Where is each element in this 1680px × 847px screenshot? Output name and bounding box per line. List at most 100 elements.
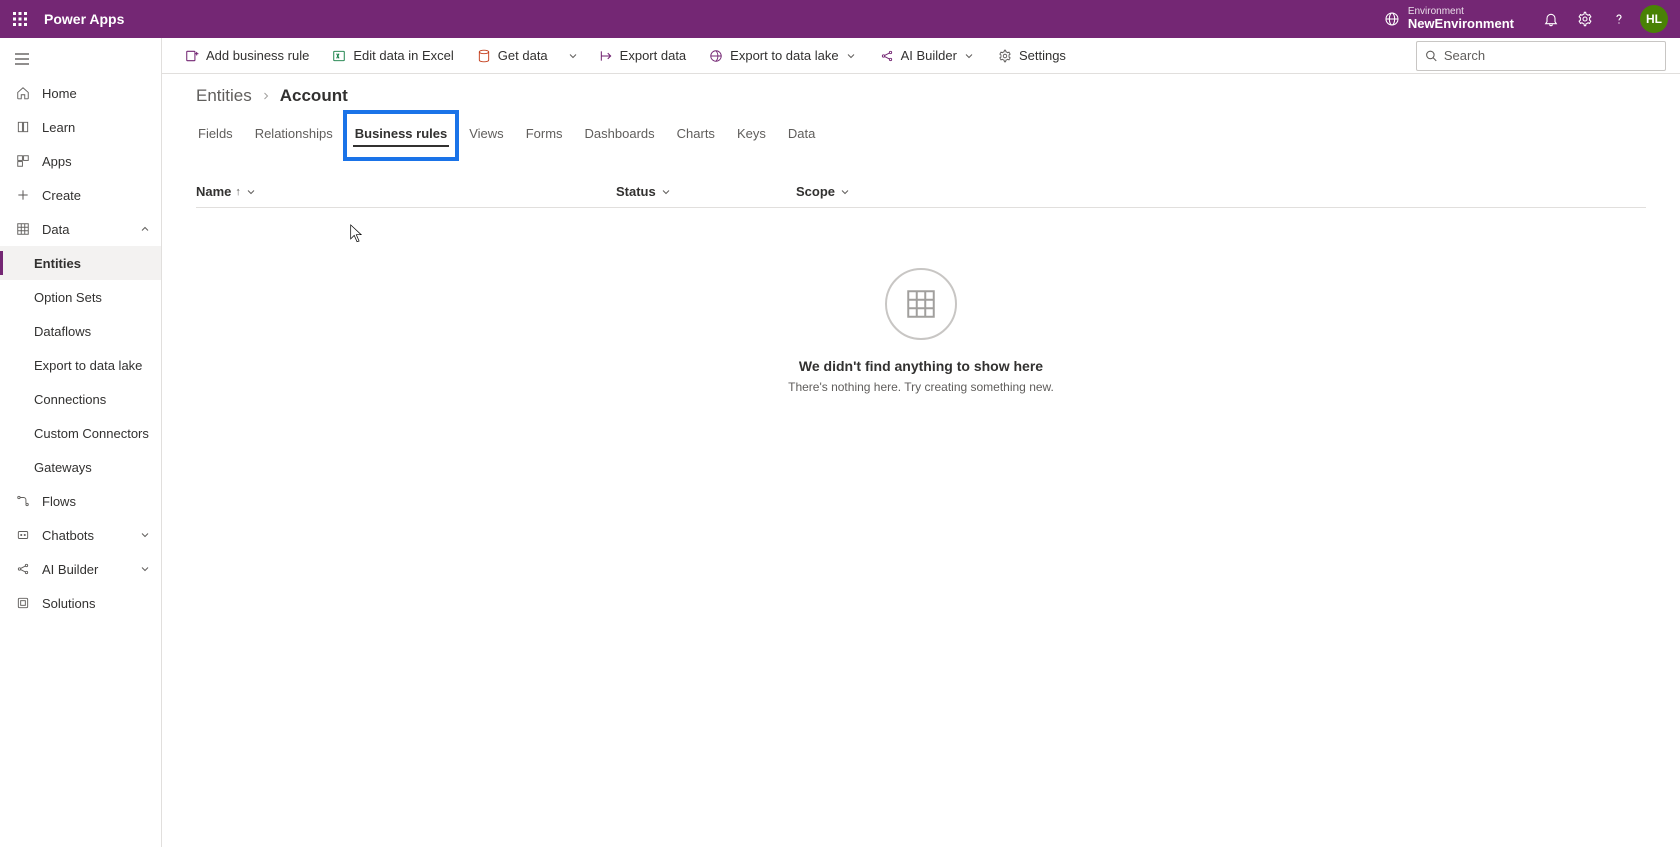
nav-apps[interactable]: Apps xyxy=(0,144,161,178)
hamburger-icon xyxy=(14,51,30,67)
nav-data-export-lake[interactable]: Export to data lake xyxy=(0,348,161,382)
bell-icon xyxy=(1543,11,1559,27)
cmd-label: Add business rule xyxy=(206,48,309,63)
tab-charts[interactable]: Charts xyxy=(675,120,717,151)
cmd-export-to-lake[interactable]: Export to data lake xyxy=(700,41,864,71)
waffle-launcher[interactable] xyxy=(6,5,34,33)
cmd-label: AI Builder xyxy=(901,48,957,63)
cmd-add-business-rule[interactable]: Add business rule xyxy=(176,41,317,71)
tab-data[interactable]: Data xyxy=(786,120,817,151)
nav-solutions[interactable]: Solutions xyxy=(0,586,161,620)
environment-picker[interactable]: Environment NewEnvironment xyxy=(1384,6,1514,31)
gear-icon xyxy=(998,49,1012,63)
nav-data-connections[interactable]: Connections xyxy=(0,382,161,416)
nav-label: Solutions xyxy=(42,596,95,611)
nav-label: Data xyxy=(42,222,69,237)
chevron-up-icon xyxy=(139,223,151,235)
cmd-label: Export to data lake xyxy=(730,48,838,63)
tab-forms[interactable]: Forms xyxy=(524,120,565,151)
nav-sub-label: Custom Connectors xyxy=(34,426,149,441)
tab-business-rules[interactable]: Business rules xyxy=(353,120,450,151)
environment-label: Environment xyxy=(1408,6,1514,17)
ai-icon xyxy=(16,562,30,576)
nav-chatbots[interactable]: Chatbots xyxy=(0,518,161,552)
chevron-down-icon xyxy=(567,50,579,62)
nav-data-gateways[interactable]: Gateways xyxy=(0,450,161,484)
cmd-export-data[interactable]: Export data xyxy=(590,41,695,71)
book-icon xyxy=(16,120,30,134)
nav-collapse-toggle[interactable] xyxy=(0,42,161,76)
nav-data-dataflows[interactable]: Dataflows xyxy=(0,314,161,348)
nav-home[interactable]: Home xyxy=(0,76,161,110)
nav-label: Home xyxy=(42,86,77,101)
cursor-icon xyxy=(350,224,364,244)
cmd-settings[interactable]: Settings xyxy=(989,41,1074,71)
grid-header: Name ↑ Status Scope xyxy=(196,184,1646,208)
nav-sub-label: Dataflows xyxy=(34,324,91,339)
nav-label: Learn xyxy=(42,120,75,135)
environment-name: NewEnvironment xyxy=(1408,17,1514,31)
grid-icon xyxy=(16,222,30,236)
left-nav: Home Learn Apps Create Data Entities Opt… xyxy=(0,38,162,847)
empty-state-icon xyxy=(885,268,957,340)
search-box[interactable] xyxy=(1416,41,1666,71)
plus-icon xyxy=(16,188,30,202)
cmd-label: Export data xyxy=(620,48,687,63)
help-button[interactable] xyxy=(1602,0,1636,38)
tab-keys[interactable]: Keys xyxy=(735,120,768,151)
column-label: Status xyxy=(616,184,656,199)
cmd-edit-in-excel[interactable]: Edit data in Excel xyxy=(323,41,461,71)
nav-ai-builder[interactable]: AI Builder xyxy=(0,552,161,586)
environment-icon xyxy=(1384,11,1400,27)
nav-flows[interactable]: Flows xyxy=(0,484,161,518)
chevron-down-icon xyxy=(839,186,851,198)
nav-data-custom-connectors[interactable]: Custom Connectors xyxy=(0,416,161,450)
tab-fields[interactable]: Fields xyxy=(196,120,235,151)
lake-icon xyxy=(709,49,723,63)
nav-create[interactable]: Create xyxy=(0,178,161,212)
command-bar: Add business rule Edit data in Excel Get… xyxy=(162,38,1680,74)
home-icon xyxy=(16,86,30,100)
ai-icon xyxy=(880,49,894,63)
chevron-down-icon xyxy=(245,186,257,198)
column-label: Name xyxy=(196,184,231,199)
cmd-label: Edit data in Excel xyxy=(353,48,453,63)
column-header-name[interactable]: Name ↑ xyxy=(196,184,616,199)
search-icon xyxy=(1425,49,1438,63)
tab-relationships[interactable]: Relationships xyxy=(253,120,335,151)
settings-button[interactable] xyxy=(1568,0,1602,38)
column-label: Scope xyxy=(796,184,835,199)
cmd-label: Settings xyxy=(1019,48,1066,63)
tab-views[interactable]: Views xyxy=(467,120,505,151)
notifications-button[interactable] xyxy=(1534,0,1568,38)
chevron-right-icon xyxy=(260,90,272,102)
column-header-scope[interactable]: Scope xyxy=(796,184,976,199)
user-avatar[interactable]: HL xyxy=(1640,5,1668,33)
nav-sub-label: Gateways xyxy=(34,460,92,475)
nav-label: Create xyxy=(42,188,81,203)
breadcrumb-entities[interactable]: Entities xyxy=(196,86,252,106)
nav-label: AI Builder xyxy=(42,562,98,577)
nav-data[interactable]: Data xyxy=(0,212,161,246)
entity-tabs: Fields Relationships Business rules View… xyxy=(196,120,1646,152)
nav-sub-label: Option Sets xyxy=(34,290,102,305)
table-icon xyxy=(904,287,938,321)
apps-icon xyxy=(16,154,30,168)
nav-data-entities[interactable]: Entities xyxy=(0,246,161,280)
flow-icon xyxy=(16,494,30,508)
chevron-down-icon xyxy=(660,186,672,198)
empty-state-title: We didn't find anything to show here xyxy=(196,358,1646,374)
global-header: Power Apps Environment NewEnvironment HL xyxy=(0,0,1680,38)
nav-label: Flows xyxy=(42,494,76,509)
column-header-status[interactable]: Status xyxy=(616,184,796,199)
cmd-get-data-more[interactable] xyxy=(562,41,584,71)
tab-dashboards[interactable]: Dashboards xyxy=(583,120,657,151)
cmd-ai-builder[interactable]: AI Builder xyxy=(871,41,983,71)
nav-data-option-sets[interactable]: Option Sets xyxy=(0,280,161,314)
nav-learn[interactable]: Learn xyxy=(0,110,161,144)
add-rule-icon xyxy=(185,49,199,63)
chevron-down-icon xyxy=(139,529,151,541)
excel-icon xyxy=(332,49,346,63)
search-input[interactable] xyxy=(1444,48,1657,63)
cmd-get-data[interactable]: Get data xyxy=(468,41,556,71)
